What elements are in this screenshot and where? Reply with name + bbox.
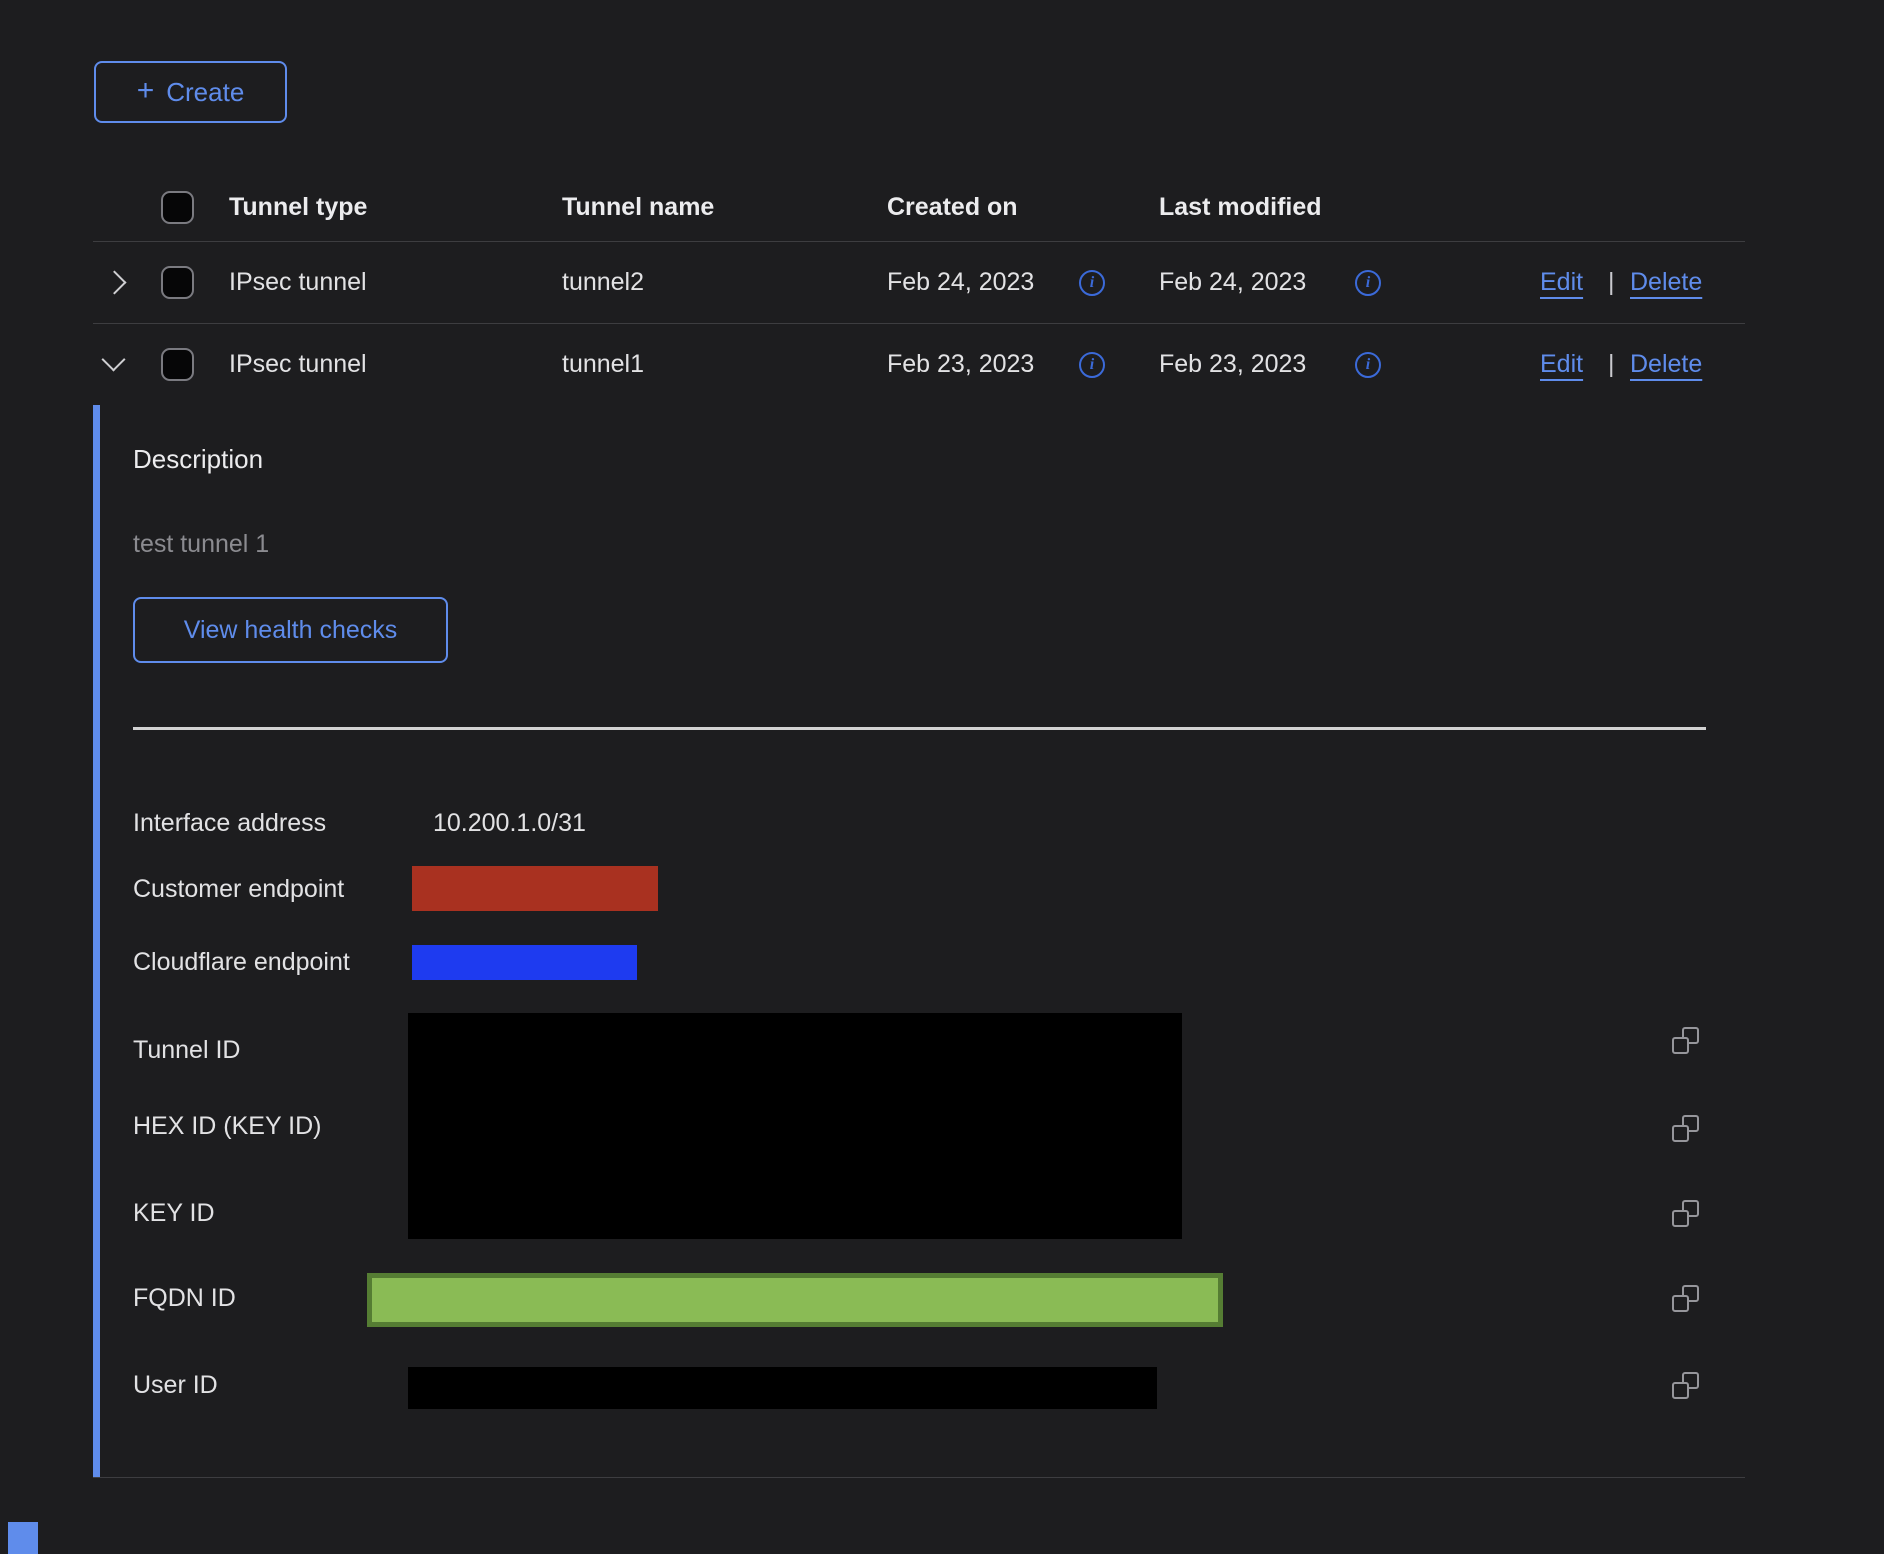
chevron-right-icon[interactable] xyxy=(102,270,126,294)
edit-link[interactable]: Edit xyxy=(1540,351,1583,378)
header-divider xyxy=(93,241,1745,242)
info-icon[interactable]: i xyxy=(1079,352,1105,378)
edit-link[interactable]: Edit xyxy=(1540,269,1583,296)
copy-icon[interactable] xyxy=(1672,1285,1699,1312)
created-on-cell: Feb 23, 2023 xyxy=(887,351,1034,378)
tunnel-id-label: Tunnel ID xyxy=(133,1037,240,1064)
section-divider xyxy=(133,727,1706,730)
customer-endpoint-redacted-value xyxy=(412,866,658,911)
expanded-panel-bottom-divider xyxy=(93,1477,1745,1478)
create-button[interactable]: + Create xyxy=(94,61,287,123)
link-separator: | xyxy=(1608,351,1615,378)
link-separator: | xyxy=(1608,269,1615,296)
delete-link[interactable]: Delete xyxy=(1630,269,1702,296)
description-heading: Description xyxy=(133,446,263,473)
copy-icon[interactable] xyxy=(1672,1200,1699,1227)
copy-icon-front-square xyxy=(1672,1125,1689,1142)
row-divider xyxy=(93,323,1745,324)
ids-redacted-block xyxy=(408,1013,1182,1239)
user-id-label: User ID xyxy=(133,1372,218,1399)
create-button-label: Create xyxy=(166,77,244,108)
bottom-left-accent-bar xyxy=(8,1522,38,1554)
description-value: test tunnel 1 xyxy=(133,531,269,558)
cloudflare-endpoint-label: Cloudflare endpoint xyxy=(133,949,350,976)
info-icon[interactable]: i xyxy=(1355,352,1381,378)
info-icon[interactable]: i xyxy=(1079,270,1105,296)
copy-icon-front-square xyxy=(1672,1037,1689,1054)
tunnel-type-cell: IPsec tunnel xyxy=(229,351,367,378)
column-header-last-modified: Last modified xyxy=(1159,194,1322,221)
key-id-label: KEY ID xyxy=(133,1200,215,1227)
plus-icon: + xyxy=(137,76,155,106)
copy-icon-front-square xyxy=(1672,1295,1689,1312)
cloudflare-endpoint-redacted-value xyxy=(412,945,637,980)
view-health-checks-button[interactable]: View health checks xyxy=(133,597,448,663)
copy-icon-front-square xyxy=(1672,1382,1689,1399)
column-header-created-on: Created on xyxy=(887,194,1018,221)
info-icon[interactable]: i xyxy=(1355,270,1381,296)
created-on-cell: Feb 24, 2023 xyxy=(887,269,1034,296)
row-checkbox[interactable] xyxy=(161,266,194,299)
tunnel-name-cell: tunnel1 xyxy=(562,351,644,378)
column-header-tunnel-type: Tunnel type xyxy=(229,194,367,221)
user-id-redacted-value xyxy=(408,1367,1157,1409)
interface-address-value: 10.200.1.0/31 xyxy=(433,810,586,837)
tunnel-type-cell: IPsec tunnel xyxy=(229,269,367,296)
copy-icon[interactable] xyxy=(1672,1372,1699,1399)
row-checkbox[interactable] xyxy=(161,348,194,381)
last-modified-cell: Feb 24, 2023 xyxy=(1159,269,1306,296)
delete-link[interactable]: Delete xyxy=(1630,351,1702,378)
last-modified-cell: Feb 23, 2023 xyxy=(1159,351,1306,378)
customer-endpoint-label: Customer endpoint xyxy=(133,876,344,903)
interface-address-label: Interface address xyxy=(133,810,326,837)
fqdn-id-label: FQDN ID xyxy=(133,1285,236,1312)
copy-icon-front-square xyxy=(1672,1210,1689,1227)
select-all-checkbox[interactable] xyxy=(161,191,194,224)
expanded-panel-accent-border xyxy=(93,405,100,1478)
column-header-tunnel-name: Tunnel name xyxy=(562,194,714,221)
tunnel-name-cell: tunnel2 xyxy=(562,269,644,296)
copy-icon[interactable] xyxy=(1672,1027,1699,1054)
hex-id-label: HEX ID (KEY ID) xyxy=(133,1113,321,1140)
copy-icon[interactable] xyxy=(1672,1115,1699,1142)
chevron-down-icon[interactable] xyxy=(101,347,125,371)
fqdn-id-redacted-value xyxy=(367,1273,1223,1327)
